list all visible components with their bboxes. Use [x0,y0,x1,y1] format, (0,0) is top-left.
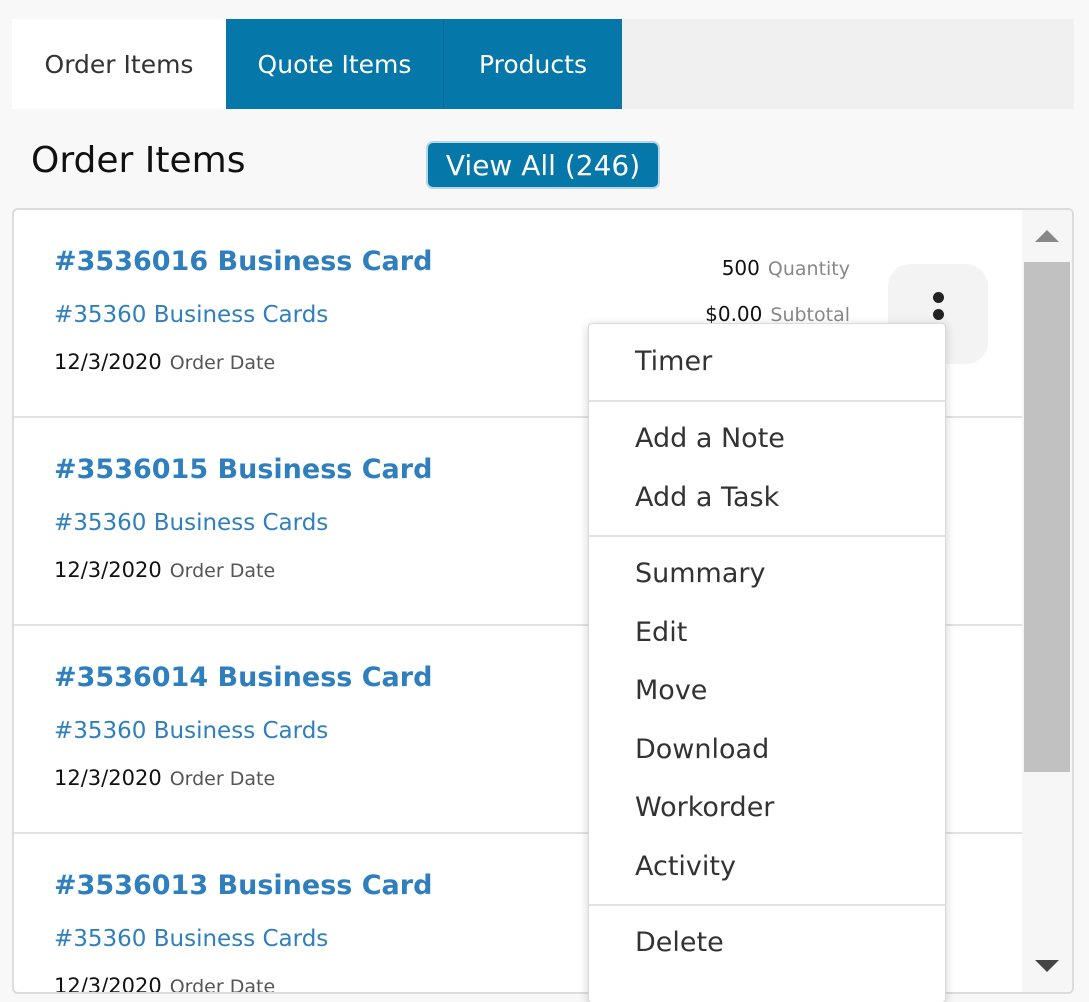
order-link[interactable]: #35360 Business Cards [54,302,328,328]
vertical-ellipsis-icon [932,291,944,303]
menu-item-edit[interactable]: Edit [589,604,945,663]
quantity-value: 500 [721,256,760,280]
menu-item-download[interactable]: Download [589,721,945,780]
menu-item-summary[interactable]: Summary [589,545,945,604]
vertical-ellipsis-icon [932,308,944,320]
order-item-title[interactable]: #3536016 Business Card [54,246,432,277]
tab-bar: Order Items Quote Items Products [12,19,1074,109]
scrollbar[interactable] [1022,210,1072,992]
order-date-value: 12/3/2020 [54,974,162,994]
menu-item-delete[interactable]: Delete [589,914,945,973]
triangle-up-icon[interactable] [1035,230,1059,242]
order-date-value: 12/3/2020 [54,350,162,374]
order-date-value: 12/3/2020 [54,558,162,582]
order-link[interactable]: #35360 Business Cards [54,718,328,744]
menu-item-timer[interactable]: Timer [589,330,945,394]
order-item-title[interactable]: #3536014 Business Card [54,662,432,693]
quantity: 500 Quantity [722,256,850,280]
order-date: 12/3/2020 Order Date [54,766,275,790]
order-date-label: Order Date [169,976,276,994]
tab-quote-items[interactable]: Quote Items [226,19,444,109]
tab-order-items[interactable]: Order Items [12,19,226,109]
order-link[interactable]: #35360 Business Cards [54,926,328,952]
order-link[interactable]: #35360 Business Cards [54,510,328,536]
triangle-down-icon[interactable] [1035,960,1059,972]
view-all-button[interactable]: View All (246) [426,141,660,189]
order-date-label: Order Date [169,560,276,582]
quantity-label: Quantity [767,258,850,280]
actions-menu: Timer Add a Note Add a Task Summary Edit… [588,323,946,1002]
menu-item-add-note[interactable]: Add a Note [589,410,945,469]
menu-group: Timer [589,324,945,402]
order-date-label: Order Date [169,768,276,790]
section-title: Order Items [31,140,246,181]
order-item-title[interactable]: #3536013 Business Card [54,870,432,901]
menu-item-move[interactable]: Move [589,662,945,721]
order-date: 12/3/2020 Order Date [54,974,276,994]
menu-group: Add a Note Add a Task [589,402,945,537]
order-date: 12/3/2020 Order Date [54,558,275,582]
menu-item-workorder[interactable]: Workorder [589,779,945,838]
menu-item-activity[interactable]: Activity [589,838,945,897]
order-date-label: Order Date [169,352,276,374]
tab-products[interactable]: Products [444,19,622,109]
menu-group: Delete [589,906,945,981]
order-item-title[interactable]: #3536015 Business Card [54,454,432,485]
scrollbar-thumb[interactable] [1024,262,1070,772]
order-date: 12/3/2020 Order Date [54,350,275,374]
order-date-value: 12/3/2020 [54,766,162,790]
menu-group: Summary Edit Move Download Workorder Act… [589,537,945,906]
menu-item-add-task[interactable]: Add a Task [589,469,945,528]
